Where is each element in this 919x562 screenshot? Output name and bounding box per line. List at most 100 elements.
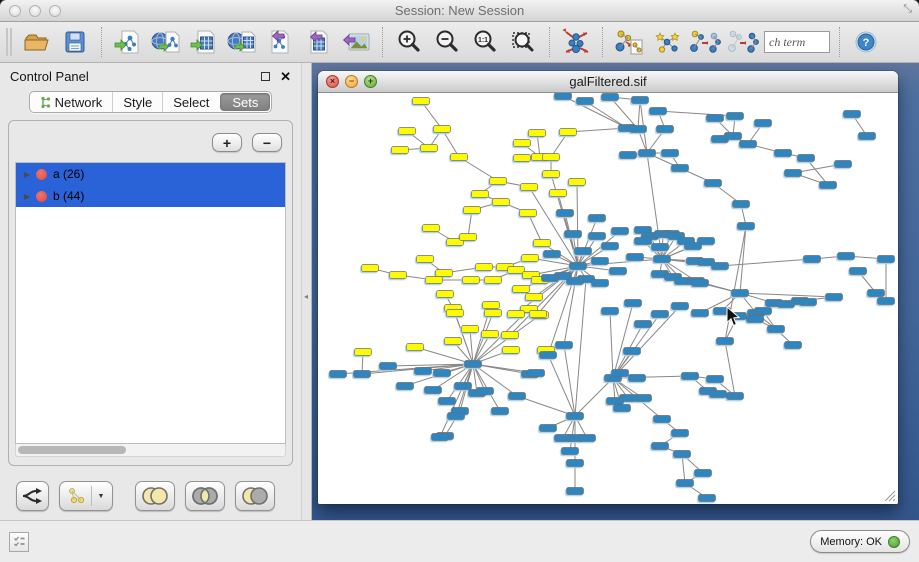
graph-node[interactable] [612, 370, 629, 377]
graph-node[interactable] [672, 430, 689, 437]
graph-node[interactable] [710, 391, 727, 398]
network-window-titlebar[interactable]: × − + galFiltered.sif [318, 71, 898, 93]
graph-node[interactable] [485, 277, 502, 284]
graph-node[interactable] [695, 470, 712, 477]
graph-node[interactable] [399, 128, 416, 135]
graph-node[interactable] [612, 228, 629, 235]
graph-node[interactable] [354, 371, 371, 378]
graph-node[interactable] [464, 207, 481, 214]
graph-node[interactable] [844, 111, 861, 118]
graph-node[interactable] [838, 253, 855, 260]
graph-node[interactable] [682, 373, 699, 380]
graph-node[interactable] [567, 413, 584, 420]
graph-node[interactable] [445, 338, 462, 345]
title-bar[interactable]: Session: New Session ⤡ [0, 0, 919, 22]
graph-node[interactable] [859, 133, 876, 140]
graph-node[interactable] [717, 338, 734, 345]
graph-node[interactable] [850, 268, 867, 275]
import-table-url-button[interactable] [225, 26, 259, 58]
graph-node[interactable] [447, 310, 464, 317]
open-session-button[interactable] [20, 26, 54, 58]
graph-node[interactable] [698, 238, 715, 245]
graph-node[interactable] [436, 270, 453, 277]
graph-node[interactable] [768, 326, 785, 333]
graph-node[interactable] [569, 179, 586, 186]
graph-node[interactable] [620, 152, 637, 159]
graph-node[interactable] [727, 393, 744, 400]
graph-node[interactable] [614, 405, 631, 412]
graph-node[interactable] [560, 129, 577, 136]
graph-node[interactable] [540, 425, 557, 432]
graph-node[interactable] [657, 126, 674, 133]
graph-node[interactable] [455, 383, 472, 390]
graph-node[interactable] [775, 150, 792, 157]
graph-node[interactable] [672, 165, 689, 172]
graph-node[interactable] [755, 120, 772, 127]
graph-node[interactable] [543, 171, 560, 178]
graph-node[interactable] [556, 342, 573, 349]
horizontal-scrollbar[interactable] [15, 444, 286, 457]
graph-node[interactable] [562, 448, 579, 455]
graph-node[interactable] [732, 290, 749, 297]
graph-node[interactable] [654, 416, 671, 423]
memory-status-button[interactable]: Memory: OK [810, 530, 910, 553]
graph-node[interactable] [417, 256, 434, 263]
graph-node[interactable] [544, 251, 561, 258]
graph-node[interactable] [635, 395, 652, 402]
graph-node[interactable] [434, 370, 451, 377]
import-table-file-button[interactable] [187, 26, 221, 58]
graph-node[interactable] [826, 294, 843, 301]
graph-node[interactable] [579, 435, 596, 442]
graph-node[interactable] [485, 310, 502, 317]
chevron-down-icon[interactable]: ▼ [97, 493, 104, 500]
graph-node[interactable] [740, 141, 757, 148]
graph-node[interactable] [509, 393, 526, 400]
graph-node[interactable] [423, 225, 440, 232]
graph-node[interactable] [462, 326, 479, 333]
graph-node[interactable] [699, 495, 716, 502]
graph-node[interactable] [492, 408, 509, 415]
fullscreen-icon[interactable]: ⤡ [903, 4, 912, 15]
intersect-sets-button[interactable] [185, 481, 225, 511]
graph-node[interactable] [630, 126, 647, 133]
zoom-fit-button[interactable] [506, 26, 540, 58]
graph-node[interactable] [654, 256, 671, 263]
graph-node[interactable] [508, 267, 525, 274]
graph-node[interactable] [868, 290, 885, 297]
graph-node[interactable] [567, 488, 584, 495]
graph-node[interactable] [878, 298, 895, 305]
graph-node[interactable] [421, 145, 438, 152]
graph-node[interactable] [800, 299, 817, 306]
tab-network[interactable]: Network [30, 92, 113, 112]
graph-node[interactable] [755, 308, 772, 315]
graph-node[interactable] [425, 387, 442, 394]
graph-node[interactable] [514, 155, 531, 162]
network-graph[interactable] [318, 93, 898, 504]
graph-node[interactable] [520, 210, 537, 217]
graph-node[interactable] [465, 361, 482, 368]
save-session-button[interactable] [58, 26, 92, 58]
graph-node[interactable] [692, 280, 709, 287]
graph-node[interactable] [390, 272, 407, 279]
graph-node[interactable] [635, 321, 652, 328]
graph-node[interactable] [738, 223, 755, 230]
graph-node[interactable] [639, 150, 656, 157]
graph-node[interactable] [747, 316, 764, 323]
graph-node[interactable] [482, 331, 499, 338]
graph-node[interactable] [589, 233, 606, 240]
union-sets-button[interactable] [135, 481, 175, 511]
graph-node[interactable] [460, 234, 477, 241]
graph-node[interactable] [624, 348, 641, 355]
graph-node[interactable] [707, 376, 724, 383]
import-network-file-button[interactable] [111, 26, 145, 58]
graph-node[interactable] [652, 443, 669, 450]
graph-node[interactable] [380, 363, 397, 370]
graph-node[interactable] [835, 161, 852, 168]
remove-set-button[interactable]: − [252, 133, 282, 152]
graph-node[interactable] [503, 347, 520, 354]
graph-node[interactable] [692, 310, 709, 317]
graph-node[interactable] [725, 133, 742, 140]
graph-node[interactable] [610, 268, 627, 275]
graph-node[interactable] [432, 434, 449, 441]
graph-node[interactable] [632, 97, 649, 104]
